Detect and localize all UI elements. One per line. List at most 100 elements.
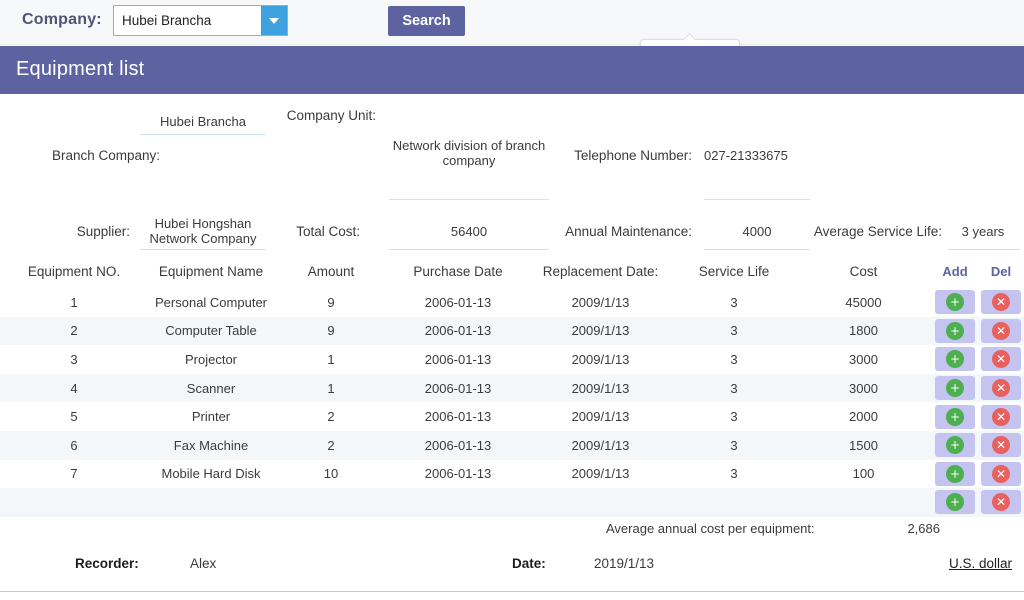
cell-add: + [932,402,978,431]
cell-replacement: 2009/1/13 [528,430,673,460]
table-row[interactable]: 1 Personal Computer 9 2006-01-13 2009/1/13 3 4… [0,288,1024,317]
plus-circle-icon: + [946,407,964,426]
date-value[interactable]: 2019/1/13 [594,556,654,571]
cell-del: ✕ [978,459,1024,489]
delete-row-button[interactable]: ✕ [981,376,1021,401]
cell-del: ✕ [978,316,1024,346]
cell-no: 5 [0,402,148,431]
search-toolbar: Company: Hubei Brancha Search [0,0,1024,45]
col-purchase-date: Purchase Date [388,258,528,288]
cell-amount: 1 [274,373,388,403]
add-row-button[interactable]: + [935,433,975,458]
field-underline [389,249,549,250]
cell-del: ✕ [978,488,1024,517]
cell-life: 3 [673,373,795,403]
close-circle-icon: ✕ [992,436,1010,455]
date-label: Date: [512,556,546,571]
cell-del: ✕ [978,288,1024,317]
table-header-row: Equipment NO. Equipment Name Amount Purc… [0,258,1024,288]
col-equipment-name: Equipment Name [148,258,274,288]
cell-life: 3 [673,316,795,346]
cell-cost [795,488,932,517]
cell-replacement [528,488,673,517]
cell-add: + [932,345,978,374]
cell-life: 3 [673,288,795,317]
add-row-button[interactable]: + [935,318,975,343]
delete-row-button[interactable]: ✕ [981,461,1021,486]
page-header: Equipment list [0,46,1024,94]
add-row-button[interactable]: + [935,461,975,486]
add-row-button[interactable]: + [935,290,975,315]
cell-purchase: 2006-01-13 [388,430,528,460]
cell-no: 4 [0,373,148,403]
cell-life: 3 [673,402,795,431]
add-row-button[interactable]: + [935,404,975,429]
col-add: Add [932,258,978,288]
cell-add: + [932,488,978,517]
cell-add: + [932,459,978,489]
table-row[interactable]: 5 Printer 2 2006-01-13 2009/1/13 3 2000 + ✕ [0,402,1024,431]
cell-purchase: 2006-01-13 [388,402,528,431]
telephone-value[interactable]: 027-21333675 [704,148,830,163]
search-button[interactable]: Search [388,6,465,36]
cell-name: Personal Computer [148,288,274,317]
cell-name: Mobile Hard Disk [148,459,274,489]
cell-del: ✕ [978,430,1024,460]
field-underline [704,199,810,200]
cell-amount: 9 [274,288,388,317]
field-underline [948,249,1020,250]
cell-replacement: 2009/1/13 [528,459,673,489]
cell-life: 3 [673,459,795,489]
cell-cost: 100 [795,459,932,489]
company-select[interactable]: Hubei Brancha [113,5,288,36]
company-select-value: Hubei Brancha [122,13,212,28]
close-circle-icon: ✕ [992,350,1010,369]
cell-add: + [932,288,978,317]
branch-company-label: Branch Company: [51,148,160,163]
close-circle-icon: ✕ [992,464,1010,483]
cell-no: 6 [0,430,148,460]
table-row[interactable]: 3 Projector 1 2006-01-13 2009/1/13 3 3000 + ✕ [0,345,1024,374]
cell-purchase: 2006-01-13 [388,288,528,317]
table-row[interactable]: 6 Fax Machine 2 2006-01-13 2009/1/13 3 1500 + ✕ [0,430,1024,460]
table-row[interactable]: 7 Mobile Hard Disk 10 2006-01-13 2009/1/13 3 1… [0,459,1024,489]
average-service-life-value[interactable]: 3 years [948,224,1018,239]
plus-circle-icon: + [946,321,964,340]
delete-row-button[interactable]: ✕ [981,433,1021,458]
cell-no: 7 [0,459,148,489]
delete-row-button[interactable]: ✕ [981,318,1021,343]
cell-name [148,488,274,517]
cell-amount: 2 [274,402,388,431]
table-row[interactable]: 2 Computer Table 9 2006-01-13 2009/1/13 3 1800… [0,316,1024,346]
recorder-label: Recorder: [75,556,139,571]
table-row[interactable]: + ✕ [0,488,1024,517]
cell-no: 1 [0,288,148,317]
cell-replacement: 2009/1/13 [528,345,673,374]
equipment-table-wrapper: Equipment NO. Equipment Name Amount Purc… [0,258,1024,517]
recorder-value[interactable]: Alex [190,556,216,571]
table-row[interactable]: 4 Scanner 1 2006-01-13 2009/1/13 3 3000 + ✕ [0,373,1024,403]
cell-add: + [932,430,978,460]
chevron-down-icon[interactable] [261,6,287,35]
annual-maintenance-label: Annual Maintenance: [565,224,692,239]
supplier-label: Supplier: [76,224,130,239]
equipment-list-page: Company: Hubei Brancha Search Equipment … [0,0,1024,600]
add-row-button[interactable]: + [935,376,975,401]
close-circle-icon: ✕ [992,379,1010,398]
cell-no: 2 [0,316,148,346]
add-row-button[interactable]: + [935,490,975,515]
cell-replacement: 2009/1/13 [528,373,673,403]
field-underline [389,199,549,200]
plus-circle-icon: + [946,464,964,483]
delete-row-button[interactable]: ✕ [981,347,1021,372]
add-row-button[interactable]: + [935,347,975,372]
delete-row-button[interactable]: ✕ [981,490,1021,515]
equipment-summary-form: Branch Company: Hubei Brancha Company Un… [0,94,1024,300]
close-circle-icon: ✕ [992,407,1010,426]
delete-row-button[interactable]: ✕ [981,290,1021,315]
cell-cost: 3000 [795,373,932,403]
currency-link[interactable]: U.S. dollar [949,556,1012,571]
cell-purchase: 2006-01-13 [388,459,528,489]
average-service-life-label: Average Service Life: [813,224,942,239]
delete-row-button[interactable]: ✕ [981,404,1021,429]
